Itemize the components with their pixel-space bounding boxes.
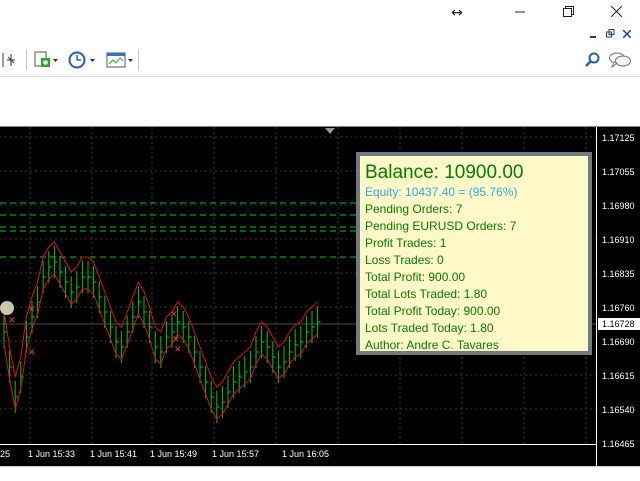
equity-label: Equity: 10437.40 = (95.76%) <box>365 185 518 199</box>
mdi-minimize-button[interactable] <box>587 28 601 41</box>
chat-icon <box>609 52 631 69</box>
crosshair-icon <box>2 53 15 67</box>
periodicity-button[interactable] <box>68 50 98 70</box>
search-icon <box>585 52 600 67</box>
account-info-panel: Balance: 10900.00 Equity: 10437.40 = (95… <box>356 152 592 355</box>
mdi-close-button[interactable] <box>620 28 634 41</box>
info-line: Author: Andre C. Tavares <box>365 338 499 352</box>
restore-icon <box>605 29 614 38</box>
close-icon <box>610 5 622 18</box>
new-order-button[interactable] <box>33 50 59 70</box>
toolbar <box>0 44 640 77</box>
trade-marker-icon: ✕ <box>8 316 16 326</box>
crosshair-button[interactable] <box>0 50 18 70</box>
price-scale-label: 1.16465 <box>602 439 635 449</box>
time-scale-label: 1 Jun 16:05 <box>282 449 330 459</box>
info-line: Pending EURUSD Orders: 7 <box>365 219 517 233</box>
scroll-left-button[interactable] <box>0 301 14 315</box>
chat-button[interactable] <box>608 50 632 70</box>
price-scale-label: 1.16615 <box>602 371 635 381</box>
info-line: Pending Orders: 7 <box>365 202 463 216</box>
price-scale[interactable]: 1.17125 1.17055 1.16980 1.16910 1.16835 1.167… <box>596 127 640 467</box>
trade-marker-icon: ✕ <box>170 310 178 320</box>
info-line: Loss Trades: 0 <box>365 253 444 267</box>
templates-button[interactable] <box>106 50 136 70</box>
minimize-icon <box>590 36 596 38</box>
time-scale-label: 1 Jun 15:33 <box>28 449 76 459</box>
horizontal-resize-icon[interactable]: ↔ <box>437 0 477 26</box>
search-button[interactable] <box>584 50 600 70</box>
close-button[interactable] <box>596 0 636 26</box>
templates-icon <box>106 52 133 68</box>
close-icon <box>622 29 632 39</box>
clock-icon <box>68 51 95 69</box>
minimize-button[interactable] <box>500 0 540 26</box>
price-scale-label: 1.17055 <box>602 167 635 177</box>
trade-marker-icon: ✕ <box>172 335 180 345</box>
restore-icon <box>562 6 574 17</box>
chart-tabs-strip <box>0 466 640 481</box>
current-price-label: 1.16728 <box>598 318 640 330</box>
mdi-restore-button[interactable] <box>603 28 617 41</box>
time-scale-label: 1 Jun 15:41 <box>90 449 138 459</box>
time-scale-label: 25 <box>0 449 11 459</box>
info-line: Total Lots Traded: 1.80 <box>365 287 488 301</box>
price-scale-label: 1.16540 <box>602 405 635 415</box>
chart-shift-marker-icon[interactable] <box>325 128 335 134</box>
new-order-icon <box>34 51 58 67</box>
trade-marker-icon: ✕ <box>28 348 36 358</box>
time-scale-label: 1 Jun 15:49 <box>150 449 198 459</box>
price-scale-label: 1.16760 <box>602 303 635 313</box>
trade-marker-icon: ✕ <box>28 305 36 315</box>
info-line: Profit Trades: 1 <box>365 236 447 250</box>
mdi-controls <box>0 26 640 44</box>
trade-marker-icon: ✕ <box>174 345 182 355</box>
price-scale-label: 1.16835 <box>602 269 635 279</box>
toolbar-spacer <box>0 77 640 126</box>
price-scale-label: 1.16980 <box>602 201 635 211</box>
toolbar-separator <box>138 50 139 70</box>
time-scale-label: 1 Jun 15:57 <box>212 449 260 459</box>
time-scale[interactable]: 25 1 Jun 15:33 1 Jun 15:41 1 Jun 15:49 1 Jun… <box>0 444 596 465</box>
title-bar: ↔ <box>0 0 640 26</box>
price-scale-label: 1.16910 <box>602 235 635 245</box>
toolbar-separator <box>26 50 27 70</box>
balance-label: Balance: 10900.00 <box>365 162 524 183</box>
price-scale-label: 1.17125 <box>602 133 635 143</box>
info-line: Total Profit Today: 900.00 <box>365 304 501 318</box>
info-line: Total Profit: 900.00 <box>365 270 466 284</box>
minimize-icon <box>515 11 525 13</box>
price-scale-label: 1.16690 <box>602 337 635 347</box>
info-line: Lots Traded Today: 1.80 <box>365 321 494 335</box>
restore-button[interactable] <box>548 0 588 26</box>
